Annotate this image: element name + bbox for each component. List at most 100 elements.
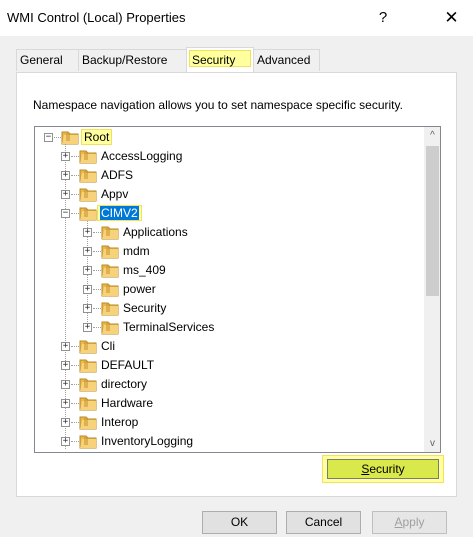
tree-guide-line <box>93 308 101 309</box>
tree-item-label: mdm <box>123 244 150 258</box>
tree-item-cli[interactable]: + Cli <box>39 337 419 356</box>
folder-icon <box>79 416 97 430</box>
tab-general[interactable]: General <box>16 49 79 71</box>
tab-security-label: Security <box>189 50 251 67</box>
expand-icon[interactable]: + <box>61 437 70 446</box>
tree-item-label: AccessLogging <box>101 149 183 163</box>
tree-guide-line <box>71 441 79 442</box>
tree-item-label: power <box>123 282 156 296</box>
tree-item-label: Cli <box>101 339 115 353</box>
help-button[interactable]: ? <box>360 0 406 36</box>
expand-icon[interactable]: + <box>61 399 70 408</box>
expand-icon[interactable]: + <box>83 266 92 275</box>
folder-icon <box>79 169 97 183</box>
expand-icon[interactable]: + <box>61 190 70 199</box>
folder-icon <box>79 359 97 373</box>
tree-item-ms409[interactable]: + ms_409 <box>39 261 419 280</box>
ok-button[interactable]: OK <box>202 511 277 534</box>
tab-security[interactable]: Security <box>186 47 254 73</box>
expand-icon[interactable]: + <box>61 152 70 161</box>
security-tab-panel: Namespace navigation allows you to set n… <box>16 72 457 497</box>
tree-item-label: Security <box>123 301 167 315</box>
tree-guide-line <box>93 270 101 271</box>
folder-icon <box>79 340 97 354</box>
tree-item-accesslogging[interactable]: + AccessLogging <box>39 147 419 166</box>
collapse-icon[interactable]: − <box>44 133 53 142</box>
folder-icon <box>79 397 97 411</box>
tree-item-power[interactable]: + power <box>39 280 419 299</box>
expand-icon[interactable]: + <box>61 380 70 389</box>
tree-guide-line <box>71 194 79 195</box>
tab-strip: General Backup/Restore Security Advanced <box>16 47 456 73</box>
tree-item-label: Applications <box>123 225 188 239</box>
tree-item-label-selected: CIMV2 <box>97 205 142 221</box>
folder-icon <box>101 245 119 259</box>
tree-guide-line <box>71 213 79 214</box>
tree-guide-line <box>71 346 79 347</box>
folder-icon <box>79 188 97 202</box>
tree-guide-line <box>71 403 79 404</box>
tree-item-default[interactable]: + DEFAULT <box>39 356 419 375</box>
scroll-down-icon[interactable]: v <box>424 435 440 452</box>
tree-item-root[interactable]: − Root <box>39 128 419 147</box>
folder-icon <box>101 302 119 316</box>
folder-icon <box>79 207 97 221</box>
tree-item-hardware[interactable]: + Hardware <box>39 394 419 413</box>
tree-guide-line <box>93 327 101 328</box>
expand-icon[interactable]: + <box>61 171 70 180</box>
tree-item-terminalservices[interactable]: + TerminalServices <box>39 318 419 337</box>
scroll-up-icon[interactable]: ^ <box>424 127 440 144</box>
tree-item-label: DEFAULT <box>101 358 155 372</box>
window-title: WMI Control (Local) Properties <box>7 10 186 25</box>
tree-item-cimv2[interactable]: − CIMV2 <box>39 204 419 223</box>
tree-item-mdm[interactable]: + mdm <box>39 242 419 261</box>
cancel-button[interactable]: Cancel <box>286 511 361 534</box>
folder-icon <box>61 131 79 145</box>
collapse-icon[interactable]: − <box>61 209 70 218</box>
tab-backup-restore[interactable]: Backup/Restore <box>78 49 187 71</box>
tree-item-label: ms_409 <box>123 263 166 277</box>
expand-icon[interactable]: + <box>83 247 92 256</box>
tree-item-adfs[interactable]: + ADFS <box>39 166 419 185</box>
tree-item-interop[interactable]: + Interop <box>39 413 419 432</box>
tree-item-label: InventoryLogging <box>101 434 194 448</box>
security-button[interactable]: Security <box>327 459 439 479</box>
tree-item-label: Root <box>81 129 113 145</box>
tree-item-label: Hardware <box>101 396 154 410</box>
folder-icon <box>79 435 97 449</box>
folder-icon <box>79 150 97 164</box>
folder-icon <box>101 321 119 335</box>
tree-guide-line <box>71 175 79 176</box>
title-bar: WMI Control (Local) Properties ? ✕ <box>0 0 473 36</box>
tree-guide-line <box>71 422 79 423</box>
namespace-tree[interactable]: − Root + AccessLogging + ADFS + Appv − C… <box>34 126 441 453</box>
expand-icon[interactable]: + <box>61 418 70 427</box>
expand-icon[interactable]: + <box>61 361 70 370</box>
expand-icon[interactable]: + <box>83 285 92 294</box>
expand-icon[interactable]: + <box>61 342 70 351</box>
scrollbar-thumb[interactable] <box>426 146 439 296</box>
tree-guide-line <box>71 384 79 385</box>
tree-item-directory[interactable]: + directory <box>39 375 419 394</box>
close-button[interactable]: ✕ <box>430 0 473 36</box>
folder-icon <box>101 226 119 240</box>
tab-advanced[interactable]: Advanced <box>253 49 320 71</box>
expand-icon[interactable]: + <box>83 228 92 237</box>
tree-item-label: directory <box>101 377 148 391</box>
tree-item-label: Appv <box>101 187 129 201</box>
tree-guide-line <box>93 251 101 252</box>
expand-icon[interactable]: + <box>83 323 92 332</box>
apply-button[interactable]: Apply <box>372 511 447 534</box>
tree-guide-line <box>93 289 101 290</box>
tree-scrollbar[interactable]: ^ v <box>424 127 440 452</box>
security-button-highlight: Security <box>322 455 444 483</box>
tree-item-label: ADFS <box>101 168 134 182</box>
expand-icon[interactable]: + <box>83 304 92 313</box>
tree-item-inventorylogging[interactable]: + InventoryLogging <box>39 432 419 451</box>
selected-text: CIMV2 <box>100 206 139 220</box>
tree-item-security[interactable]: + Security <box>39 299 419 318</box>
tree-item-label: Interop <box>101 415 139 429</box>
folder-icon <box>101 264 119 278</box>
tree-item-appv[interactable]: + Appv <box>39 185 419 204</box>
tree-item-applications[interactable]: + Applications <box>39 223 419 242</box>
